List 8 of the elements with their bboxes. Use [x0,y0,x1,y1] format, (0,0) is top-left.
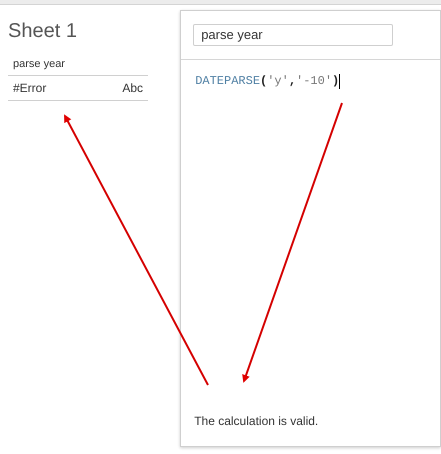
data-type-label: Abc [122,80,143,96]
formula-editor-text[interactable]: DATEPARSE('y','-10') [195,72,340,90]
validation-message: The calculation is valid. [193,413,320,430]
table-cell-text: #Error [13,80,46,96]
text-cursor [339,74,340,88]
calculation-name-field[interactable]: parse year [193,24,394,46]
sheet-title: Sheet 1 [8,19,78,43]
column-header: parse year [8,56,148,76]
